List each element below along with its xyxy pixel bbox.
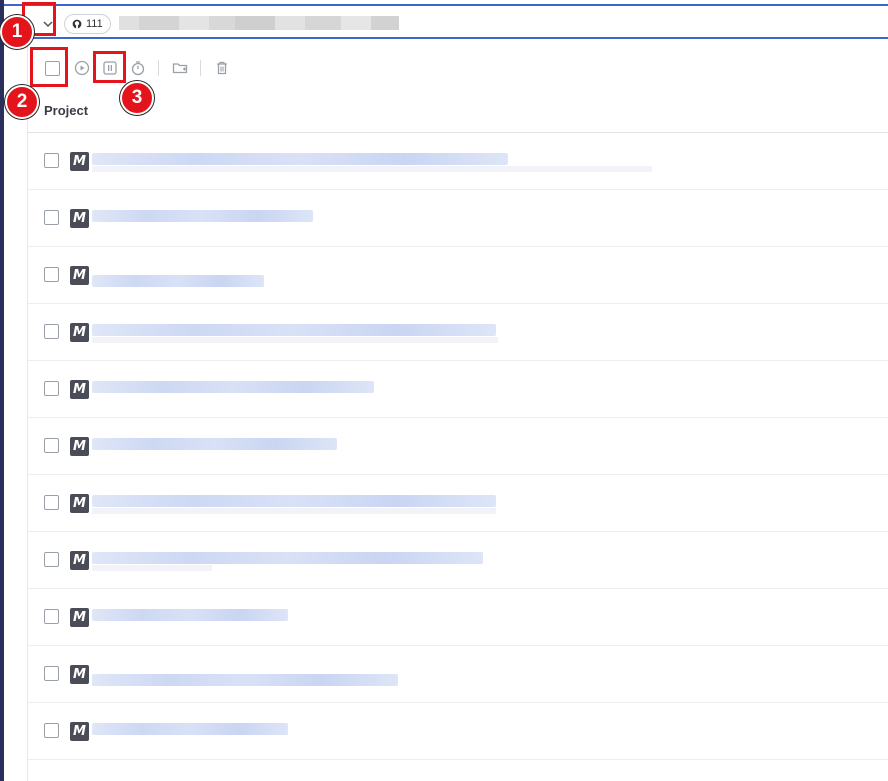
group-header: 111 [4, 4, 888, 39]
annotation-badge-3: 3 [120, 81, 154, 115]
project-icon: M [70, 323, 89, 342]
row-checkbox[interactable] [44, 609, 59, 624]
row-checkbox[interactable] [44, 210, 59, 225]
table-row[interactable]: M [28, 475, 888, 532]
row-checkbox[interactable] [44, 153, 59, 168]
table-row[interactable]: M [28, 247, 888, 304]
toolbar-separator [158, 60, 159, 76]
move-to-folder-button[interactable] [170, 58, 190, 78]
project-name[interactable] [92, 438, 337, 450]
table-row[interactable]: M [28, 361, 888, 418]
project-name[interactable] [92, 674, 398, 686]
row-checkbox[interactable] [44, 324, 59, 339]
trash-icon [217, 61, 227, 75]
left-rail [0, 0, 4, 781]
timer-button[interactable] [128, 58, 148, 78]
project-name[interactable] [92, 609, 288, 621]
table-row[interactable]: M [28, 133, 888, 190]
project-icon: M [70, 722, 89, 741]
project-icon: M [70, 266, 89, 285]
row-subtext-placeholder [92, 166, 652, 172]
table-row[interactable]: M [28, 703, 888, 760]
project-icon: M [70, 437, 89, 456]
row-subtext-placeholder [92, 508, 496, 514]
row-subtext-placeholder [92, 565, 212, 571]
column-header-project[interactable]: Project [44, 103, 88, 118]
row-checkbox[interactable] [44, 666, 59, 681]
row-checkbox[interactable] [44, 438, 59, 453]
project-icon: M [70, 380, 89, 399]
repo-count-badge: 111 [64, 14, 111, 34]
project-name[interactable] [92, 324, 496, 336]
table-row[interactable]: M [28, 418, 888, 475]
project-name[interactable] [92, 275, 264, 287]
project-name[interactable] [92, 381, 374, 393]
project-name[interactable] [92, 552, 483, 564]
row-subtext-placeholder [92, 337, 498, 343]
toolbar-separator [200, 60, 201, 76]
table-row[interactable]: M [28, 304, 888, 361]
table-row[interactable]: M [28, 190, 888, 247]
row-checkbox[interactable] [44, 267, 59, 282]
project-name[interactable] [92, 210, 313, 222]
project-icon: M [70, 152, 89, 171]
project-icon: M [70, 209, 89, 228]
repo-count: 111 [86, 18, 103, 30]
row-checkbox[interactable] [44, 723, 59, 738]
play-button[interactable] [72, 58, 92, 78]
table-row[interactable]: M [28, 532, 888, 589]
row-checkbox[interactable] [44, 552, 59, 567]
timer-icon [131, 61, 145, 76]
project-name[interactable] [92, 495, 496, 507]
table-row[interactable]: M [28, 646, 888, 703]
project-icon: M [70, 494, 89, 513]
annotation-badge-2: 2 [5, 85, 39, 119]
folder-plus-icon [172, 63, 188, 74]
github-icon [72, 19, 82, 29]
project-icon: M [70, 551, 89, 570]
project-name[interactable] [92, 153, 508, 165]
row-checkbox[interactable] [44, 381, 59, 396]
delete-button[interactable] [212, 58, 232, 78]
row-checkbox[interactable] [44, 495, 59, 510]
annotation-badge-1: 1 [0, 15, 34, 49]
bulk-action-toolbar [36, 54, 296, 82]
project-icon: M [70, 608, 89, 627]
annotation-box-3 [93, 51, 126, 83]
play-icon [74, 60, 90, 76]
project-icon: M [70, 665, 89, 684]
group-title [119, 16, 399, 30]
project-list: M M M M M M M M M M M [28, 133, 888, 760]
table-row[interactable]: M [28, 589, 888, 646]
annotation-box-2 [30, 47, 68, 87]
project-name[interactable] [92, 723, 288, 735]
